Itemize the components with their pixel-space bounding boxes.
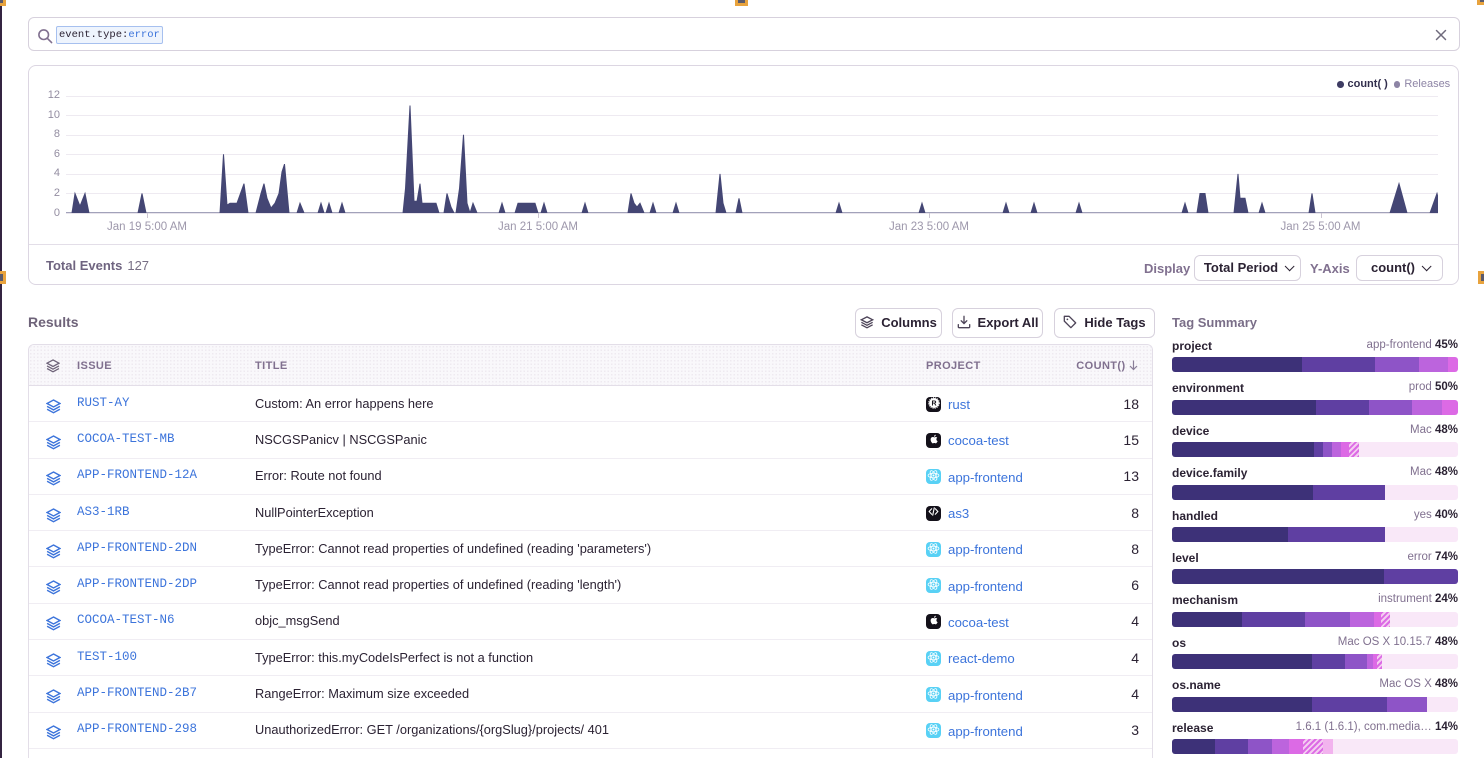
svg-text:R: R	[931, 400, 936, 407]
